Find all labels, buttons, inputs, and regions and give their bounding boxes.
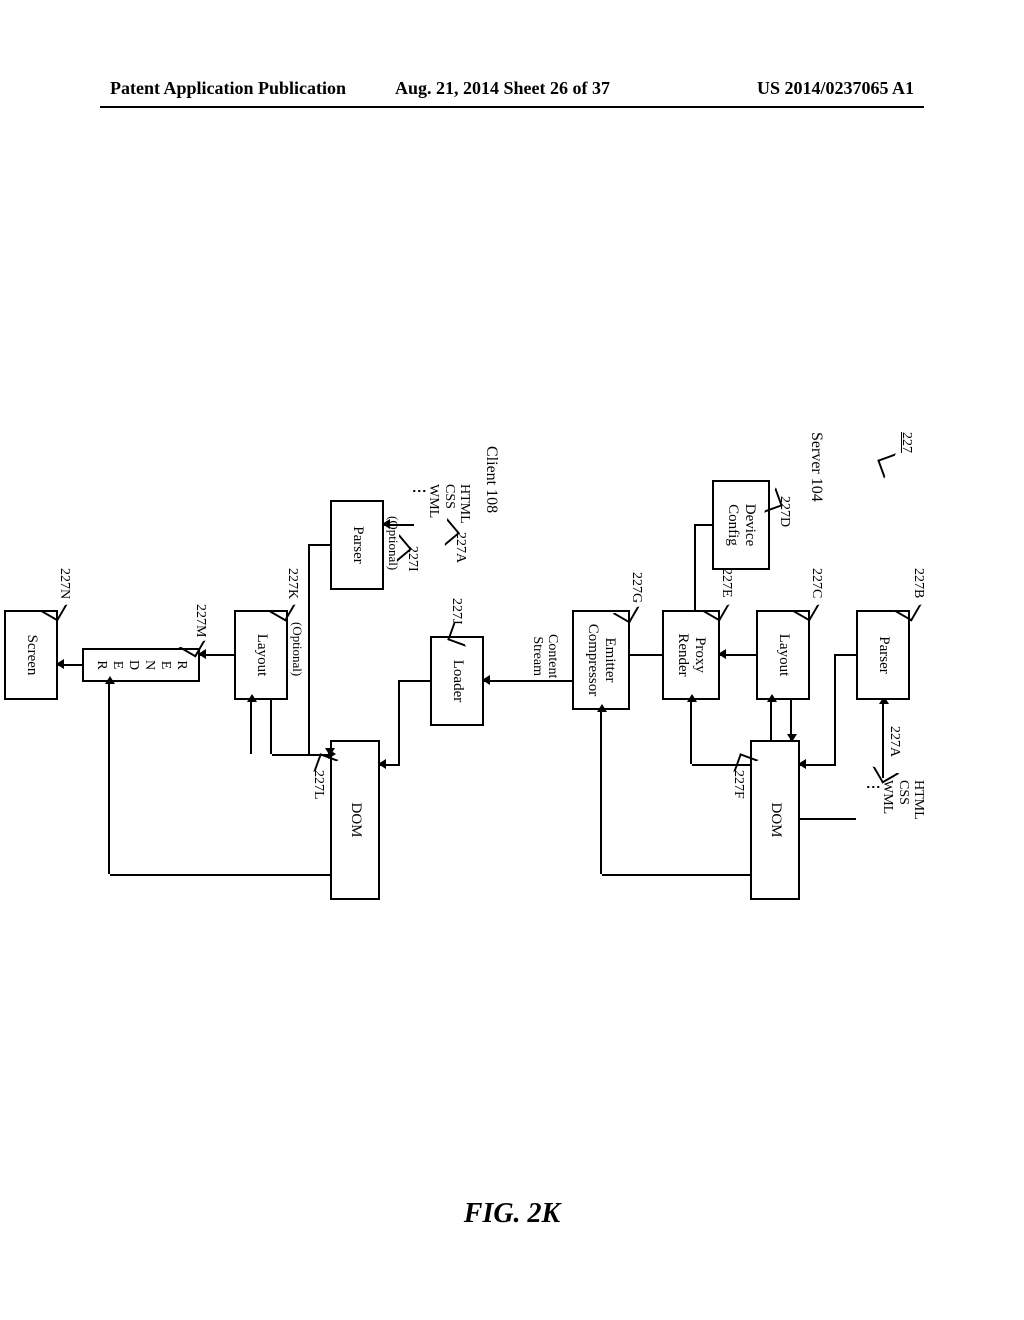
diagram: Server 104 227 HTML CSS WML ⋮ 227A — [0, 420, 920, 920]
content-stream-label: Content Stream — [529, 634, 560, 678]
box-emitter-compressor: Emitter Compressor — [572, 610, 630, 710]
arrowhead-render-screen — [56, 659, 64, 669]
client-group-label: Client 108 — [482, 446, 500, 513]
box-proxy-render: Proxy Render — [662, 610, 720, 700]
figure-ref-227: 227 — [899, 432, 914, 453]
arrowhead-dom-render — [105, 676, 115, 684]
ref-227k: 227K — [285, 568, 300, 599]
ref-227l: 227L — [311, 770, 326, 800]
ref-227a-server: 227A — [887, 726, 902, 757]
figure-canvas: Server 104 227 HTML CSS WML ⋮ 227A — [100, 140, 924, 1240]
box-parser-client: Parser — [330, 500, 384, 590]
ref-227f: 227F — [731, 770, 746, 799]
box-dom-client: DOM — [330, 740, 380, 900]
ref-227e: 227E — [719, 568, 734, 598]
box-render: R E N D E R — [82, 648, 200, 682]
box-dom-server: DOM — [750, 740, 800, 900]
server-group-label: Server 104 — [807, 432, 825, 502]
box-screen: Screen — [4, 610, 58, 700]
box-loader: Loader — [430, 636, 484, 726]
figure-ref-arc — [877, 453, 903, 479]
figure-caption: FIG. 2K — [100, 1198, 924, 1230]
server-input-list: HTML CSS WML ⋮ — [864, 780, 926, 820]
header-left: Patent Application Publication — [110, 78, 346, 99]
ref-227c: 227C — [809, 568, 824, 598]
box-layout-server: Layout — [756, 610, 810, 700]
client-input-list: HTML CSS WML ⋮ — [410, 484, 472, 524]
ref-227g: 227G — [629, 572, 644, 603]
ref-227n: 227N — [57, 568, 72, 599]
arrowhead-loader-dom — [378, 759, 386, 769]
ref-227b: 227B — [911, 568, 926, 598]
arrowhead-dom-emitter — [597, 704, 607, 712]
arrowhead-dom-proxy — [687, 694, 697, 702]
header-center: Aug. 21, 2014 Sheet 26 of 37 — [395, 78, 610, 99]
arrow-emitter-loader — [484, 680, 572, 682]
arrow-layout-dom-server-2 — [770, 700, 772, 740]
ref-227j: 227J — [449, 598, 464, 624]
box-layout-client: Layout — [234, 610, 288, 700]
box-parser-server: Parser — [856, 610, 910, 700]
arrow-parser-dom-server — [800, 818, 856, 820]
box-device-config: Device Config — [712, 480, 770, 570]
header-right: US 2014/0237065 A1 — [757, 78, 914, 99]
header-rule — [100, 106, 924, 108]
arrowhead-parser-dom-server — [798, 759, 806, 769]
ref-227m: 227M — [193, 604, 208, 637]
arrowhead-input-parser-client — [382, 519, 390, 529]
layout-client-optional: (Optional) — [290, 622, 304, 676]
